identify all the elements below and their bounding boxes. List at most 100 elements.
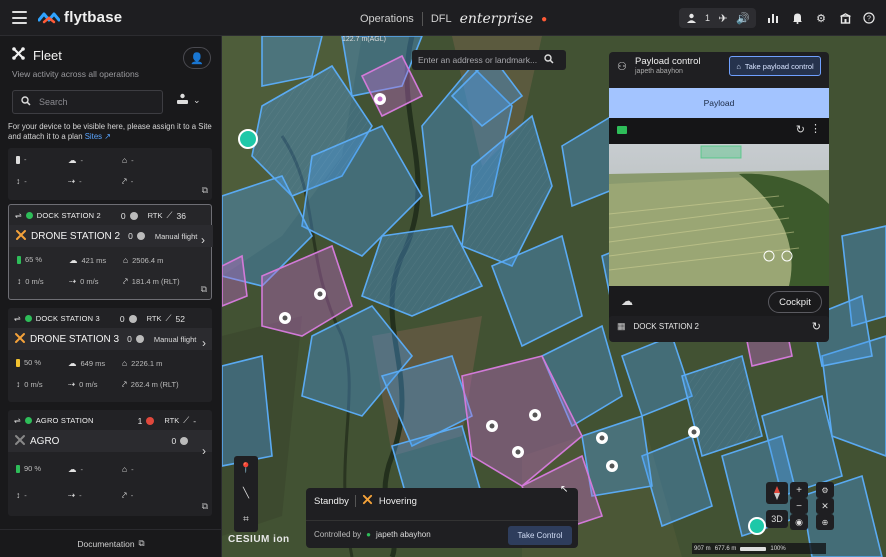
payload-operator: japeth abayhon: [635, 68, 683, 75]
more-options-icon[interactable]: ⋮: [810, 122, 821, 135]
dock-station-2-panel[interactable]: ▦ DOCK STATION 2 ↻: [609, 316, 829, 336]
battery-icon: [16, 155, 20, 164]
battery-bar: [740, 546, 767, 551]
payload-footer: ☁ Cockpit: [609, 286, 829, 318]
filter-dropdown[interactable]: ⌄: [176, 93, 201, 108]
hspeed-stat: ⇢ 0 m/s: [69, 276, 99, 286]
flytbase-logo-icon: [38, 12, 60, 23]
cesium-attribution[interactable]: CESIUM ion: [228, 534, 290, 545]
stats-icon[interactable]: [766, 11, 780, 25]
map-scale: 907 m 677.6 m 100%: [692, 543, 826, 554]
payload-tab-header: Payload: [609, 88, 829, 118]
altitude-icon: ⤤: [122, 379, 127, 389]
zoom-out-button[interactable]: −: [790, 498, 808, 514]
documentation-link[interactable]: Documentation ⧉: [0, 529, 222, 557]
flight-state: Standby: [314, 495, 349, 507]
refresh-icon[interactable]: ↻: [812, 320, 821, 333]
altitude-icon: ⤤: [122, 176, 127, 186]
open-external-icon[interactable]: ⧉: [202, 185, 208, 196]
altitude-stat: ⤤ -: [122, 176, 134, 186]
satellite-icon: [129, 211, 138, 220]
search-icon: [21, 96, 31, 108]
user-icon: ●: [366, 530, 371, 539]
camera-icon[interactable]: [617, 126, 627, 134]
take-payload-control-button[interactable]: ⌂ Take payload control: [729, 56, 821, 76]
open-external-icon[interactable]: ⧉: [202, 501, 208, 512]
battery-icon: [16, 464, 20, 473]
battery-stat: -: [16, 155, 27, 164]
address-input[interactable]: [418, 55, 538, 65]
zoom-in-button[interactable]: +: [790, 482, 808, 498]
alert-status-icon: [146, 416, 155, 425]
dock-icon: ▦: [617, 320, 626, 331]
refresh-icon[interactable]: ↻: [796, 123, 805, 136]
vspeed-stat: ↕ 0 m/s: [16, 379, 43, 389]
chevron-right-icon[interactable]: ›: [202, 336, 206, 350]
device-card[interactable]: - ☁ - ⌂ - ↕ - ⇢ - ⤤ - ⧉: [8, 148, 212, 200]
payload-video-feed[interactable]: [609, 144, 829, 286]
drone-icon: ☁: [68, 464, 77, 474]
altitude-stat: ⤤ -: [122, 490, 134, 500]
line-tool-icon[interactable]: ╲: [243, 488, 249, 499]
altitude-readout: 122.7 m(AGL): [342, 36, 386, 43]
vertical-speed-icon: ↕: [17, 276, 22, 286]
dock-icon: ⇌: [15, 211, 22, 220]
distance-stat: ☁ 421 ms: [69, 255, 107, 265]
status-cluster[interactable]: 1 ✈ 🔊: [678, 8, 756, 28]
menu-icon[interactable]: [12, 11, 27, 24]
crop-icon[interactable]: ⌗: [243, 514, 249, 525]
sites-link[interactable]: Sites: [85, 132, 102, 141]
building-icon[interactable]: [838, 11, 852, 25]
fleet-title: Fleet: [33, 47, 62, 63]
drone-icon: [15, 229, 27, 243]
dock-filter-icon: [176, 93, 189, 108]
chevron-right-icon[interactable]: ›: [202, 444, 206, 458]
device-card-dock-station-2[interactable]: ⇌ DOCK STATION 2 0 RTK ⟋ 36 DRONE STATIO…: [8, 204, 213, 300]
org-name: DFL: [430, 13, 452, 25]
gear-icon[interactable]: ⚙: [814, 11, 828, 25]
dock-row: ⇌ AGRO STATION 1 RTK ⟋ -: [14, 415, 197, 426]
rtk-signal-icon: ⟋: [183, 415, 190, 425]
nav-operations[interactable]: Operations: [360, 13, 414, 25]
brand-name: flytbase: [64, 9, 123, 26]
battery-stat: 65 %: [17, 255, 42, 264]
satellite-icon: [180, 437, 189, 445]
chevron-right-icon[interactable]: ›: [201, 233, 205, 247]
camera-tilt-button[interactable]: ⚙: [816, 482, 834, 498]
take-control-button[interactable]: Take Control: [508, 526, 572, 545]
layers-button[interactable]: ◉: [790, 514, 808, 530]
brand-logo[interactable]: flytbase: [38, 9, 122, 26]
cockpit-button[interactable]: Cockpit: [768, 291, 822, 313]
hspeed-stat: ⇢ -: [68, 490, 82, 500]
rtk-signal-icon: ⟋: [165, 313, 172, 323]
payload-control-panel: ⚇ Payload control japeth abayhon ⌂ Take …: [609, 52, 829, 342]
fleet-view-button[interactable]: ✕: [816, 498, 834, 514]
open-external-icon[interactable]: ⧉: [201, 284, 207, 295]
bell-icon[interactable]: [790, 11, 804, 25]
recenter-button[interactable]: ⊕: [816, 514, 834, 530]
address-search[interactable]: [412, 50, 566, 70]
help-icon[interactable]: ?: [862, 11, 876, 25]
compass-button[interactable]: [766, 482, 788, 504]
map-view[interactable]: 122.7 m(AGL) ⚇ Payload control japeth ab…: [222, 36, 886, 557]
workspace-switcher[interactable]: Operations DFL enterprise ●: [360, 11, 547, 27]
device-card-agro-station[interactable]: ⇌ AGRO STATION 1 RTK ⟋ - AGRO 0 › 90 % ☁…: [8, 410, 212, 516]
pin-icon[interactable]: 📍: [240, 463, 252, 474]
drone-row: DRONE STATION 2 0 Manual flight: [15, 229, 197, 243]
satellite-icon: [136, 232, 145, 240]
device-card-dock-station-3[interactable]: ⇌ DOCK STATION 3 0 RTK ⟋ 52 DRONE STATIO…: [8, 308, 212, 402]
dock-row: ⇌ DOCK STATION 2 0 RTK ⟋ 36: [15, 210, 186, 221]
add-device-button[interactable]: 👤: [183, 47, 211, 69]
home-stat: ⌂ 2226.1 m: [122, 358, 163, 368]
horizontal-speed-icon: ⇢: [68, 176, 76, 186]
view-mode-button[interactable]: 3D: [766, 510, 788, 528]
payload-user-icon: ⚇: [617, 61, 627, 73]
altitude-stat: ⤤ 181.4 m (RLT): [123, 276, 180, 286]
search-box[interactable]: [12, 90, 163, 114]
satellite-icon: [135, 335, 144, 343]
drone-status-icon: ✈: [718, 12, 728, 25]
payload-toolbar: ↻ ⋮: [609, 118, 829, 144]
flight-status-bar: Standby Hovering Controlled by ● japeth …: [306, 488, 578, 548]
search-input[interactable]: [39, 97, 149, 107]
altitude-icon: ⤤: [123, 276, 128, 286]
